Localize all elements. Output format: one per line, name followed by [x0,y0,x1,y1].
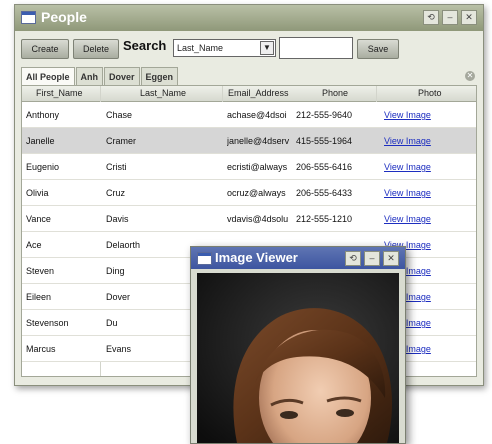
table-row-selected[interactable]: Janelle Cramer janelle@4dserv 415-555-19… [22,128,476,154]
cell-first-name: Eugenio [26,162,60,172]
column-header-email[interactable]: Email_Address [228,88,289,98]
view-image-link[interactable]: View Image [384,110,431,120]
image-viewer-window: Image Viewer ⟲ – ✕ [190,246,406,444]
window-title: People [41,9,87,25]
create-button[interactable]: Create [21,39,69,59]
cell-phone: 206-555-6416 [296,162,353,172]
cell-last-name: Cristi [106,162,127,172]
search-field-value: Last_Name [177,43,224,53]
cell-email: ecristi@always [227,162,288,172]
table-row[interactable]: Anthony Chase achase@4dsoi 212-555-9640 … [22,102,476,128]
tab-anh[interactable]: Anh [75,67,104,86]
search-field-select[interactable]: Last_Name ▼ [173,39,276,57]
view-image-link[interactable]: View Image [384,188,431,198]
window-icon [197,252,212,265]
cell-last-name: Cramer [106,136,137,146]
table-row[interactable]: Vance Davis vdavis@4dsolu 212-555-1210 V… [22,206,476,232]
close-tab-icon[interactable]: ✕ [465,71,475,81]
cell-first-name: Eileen [26,292,52,302]
restore-icon[interactable]: ⟲ [345,251,361,266]
column-header-photo[interactable]: Photo [418,88,442,98]
tab-bar: All People Anh Dover Eggen [21,67,179,87]
column-header-last-name[interactable]: Last_Name [140,88,186,98]
toolbar: Create Delete Search Last_Name ▼ Save [15,33,483,61]
cell-phone: 212-555-1210 [296,214,353,224]
cell-first-name: Stevenson [26,318,69,328]
minimize-icon[interactable]: – [364,251,380,266]
cell-email: ocruz@always [227,188,286,198]
window-controls: ⟲ – ✕ [423,10,477,25]
cell-last-name: Cruz [106,188,126,198]
cell-phone: 415-555-1964 [296,136,353,146]
view-image-link[interactable]: View Image [384,214,431,224]
view-image-link[interactable]: View Image [384,162,431,172]
search-input[interactable] [279,37,353,59]
chevron-down-icon[interactable]: ▼ [260,41,274,55]
portrait-image [197,273,399,443]
cell-first-name: Ace [26,240,42,250]
cell-phone: 206-555-6433 [296,188,353,198]
cell-first-name: Olivia [26,188,49,198]
cell-email: vdavis@4dsolu [227,214,289,224]
table-row[interactable]: Eugenio Cristi ecristi@always 206-555-64… [22,154,476,180]
restore-icon[interactable]: ⟲ [423,10,439,25]
view-image-link[interactable]: View Image [384,136,431,146]
column-header-phone[interactable]: Phone [322,88,348,98]
tab-dover[interactable]: Dover [104,67,140,86]
close-icon[interactable]: ✕ [383,251,399,266]
save-button[interactable]: Save [357,39,399,59]
table-row[interactable]: Olivia Cruz ocruz@always 206-555-6433 Vi… [22,180,476,206]
minimize-icon[interactable]: – [442,10,458,25]
table-header: First_Name Last_Name Email_Address Phone… [22,86,476,102]
cell-email: achase@4dsoi [227,110,287,120]
tab-all-people[interactable]: All People [21,67,75,86]
search-label: Search [123,38,167,53]
window-icon [21,11,36,24]
image-viewer-controls: ⟲ – ✕ [345,251,399,266]
column-header-first-name[interactable]: First_Name [36,88,83,98]
image-viewer-titlebar[interactable]: Image Viewer ⟲ – ✕ [191,247,405,269]
cell-first-name: Marcus [26,344,56,354]
tab-eggen[interactable]: Eggen [140,67,179,86]
portrait-photo [197,273,399,443]
image-viewer-title: Image Viewer [215,250,298,265]
cell-last-name: Davis [106,214,129,224]
delete-button[interactable]: Delete [73,39,119,59]
cell-last-name: Chase [106,110,133,120]
cell-email: janelle@4dserv [227,136,290,146]
close-icon[interactable]: ✕ [461,10,477,25]
cell-first-name: Vance [26,214,51,224]
cell-phone: 212-555-9640 [296,110,353,120]
cell-first-name: Janelle [26,136,55,146]
cell-first-name: Steven [26,266,55,276]
window-titlebar[interactable]: People ⟲ – ✕ [15,5,483,31]
cell-first-name: Anthony [26,110,60,120]
